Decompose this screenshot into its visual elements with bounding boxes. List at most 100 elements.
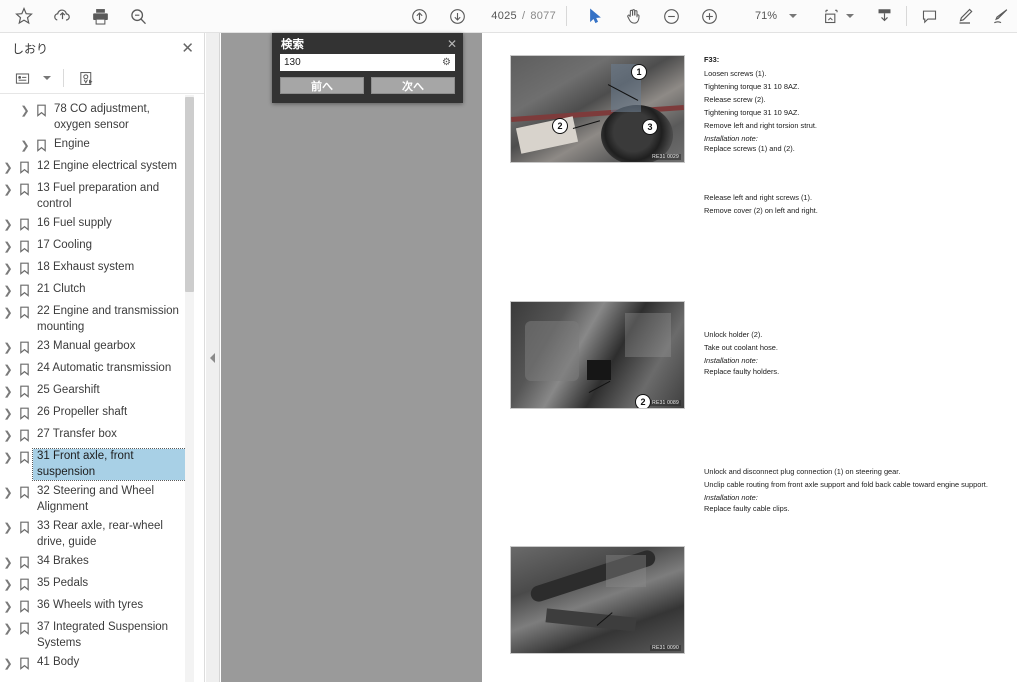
toolbar-right-group xyxy=(917,4,1017,28)
cursor-tool-icon[interactable] xyxy=(583,4,607,28)
installation-note-label: Installation note: xyxy=(704,492,758,502)
bookmark-icon xyxy=(16,576,33,591)
chevron-right-icon[interactable]: ❯ xyxy=(0,598,16,616)
text-line: Unlock holder (2). xyxy=(704,330,763,339)
chevron-right-icon[interactable]: ❯ xyxy=(0,282,16,300)
search-next-button[interactable]: 次へ xyxy=(371,77,455,94)
bookmark-item[interactable]: ❯ 18 Exhaust system xyxy=(0,258,190,280)
chevron-right-icon[interactable]: ❯ xyxy=(0,449,16,467)
bookmark-item[interactable]: ❯ 31 Front axle, front suspension xyxy=(0,447,190,482)
bookmark-label: 36 Wheels with tyres xyxy=(37,599,144,611)
bookmark-options-icon[interactable] xyxy=(12,68,32,88)
installation-note-label: Installation note: xyxy=(704,355,758,365)
chevron-right-icon[interactable]: ❯ xyxy=(0,620,16,638)
chevron-right-icon[interactable]: ❯ xyxy=(0,427,16,445)
search-input[interactable] xyxy=(284,55,443,70)
document-viewer[interactable]: 1 2 3 RE31 0029 F33: Loosen screws (1). … xyxy=(221,33,1017,682)
search-zoom-icon[interactable] xyxy=(126,4,150,28)
chevron-right-icon[interactable]: ❯ xyxy=(0,238,16,256)
zoom-level-value[interactable]: 71% xyxy=(743,10,777,22)
zoom-in-icon[interactable] xyxy=(697,4,721,28)
signature-icon[interactable] xyxy=(989,4,1013,28)
download-icon[interactable] xyxy=(872,4,896,28)
page-up-icon[interactable] xyxy=(407,4,431,28)
bookmark-item[interactable]: ❯ 36 Wheels with tyres xyxy=(0,596,190,618)
bookmark-icon xyxy=(33,102,50,117)
bookmark-item[interactable]: ❯ 24 Automatic transmission xyxy=(0,359,190,381)
search-previous-button[interactable]: 前へ xyxy=(280,77,364,94)
bookmark-star-icon[interactable] xyxy=(12,4,36,28)
sidebar-close-icon[interactable]: ✕ xyxy=(181,41,194,56)
bookmark-label: 34 Brakes xyxy=(37,555,89,567)
zoom-out-icon[interactable] xyxy=(659,4,683,28)
chevron-right-icon[interactable]: ❯ xyxy=(17,102,33,120)
bookmark-item[interactable]: ❯ 22 Engine and transmission mounting xyxy=(0,302,190,337)
bookmark-item[interactable]: ❯ 23 Manual gearbox xyxy=(0,337,190,359)
callout-3: 3 xyxy=(642,119,658,135)
fit-page-icon[interactable] xyxy=(819,4,843,28)
toolbar-divider-1 xyxy=(566,6,567,26)
text-line: Unlock and disconnect plug connection (1… xyxy=(704,467,901,476)
bookmark-item[interactable]: ❯ 17 Cooling xyxy=(0,236,190,258)
installation-note-line: Replace screws (1) and (2). xyxy=(704,144,795,154)
bookmark-item[interactable]: ❯ 16 Fuel supply xyxy=(0,214,190,236)
total-pages-value: 8077 xyxy=(530,10,556,22)
page-down-icon[interactable] xyxy=(445,4,469,28)
search-dialog-header: 検索 ✕ xyxy=(272,33,463,54)
sidebar-scrollbar[interactable]: ▲ xyxy=(185,95,194,682)
chevron-right-icon[interactable]: ❯ xyxy=(0,554,16,572)
search-dialog-close-icon[interactable]: ✕ xyxy=(447,38,457,50)
sidebar-collapse-handle[interactable] xyxy=(206,33,220,682)
bookmarks-sidebar: しおり ✕ ❯ 78 CO adjustment, oxygen sensor ❯ E… xyxy=(0,33,205,682)
chevron-right-icon[interactable]: ❯ xyxy=(0,304,16,322)
chevron-right-icon[interactable]: ❯ xyxy=(0,181,16,199)
bookmark-item[interactable]: ❯ 33 Rear axle, rear-wheel drive, guide xyxy=(0,517,190,552)
bookmark-item[interactable]: ❯ 41 Body xyxy=(0,653,190,675)
chevron-right-icon[interactable]: ❯ xyxy=(0,655,16,673)
bookmark-item[interactable]: ❯ 26 Propeller shaft xyxy=(0,403,190,425)
bookmark-item[interactable]: ❯ 37 Integrated Suspension Systems xyxy=(0,618,190,653)
chevron-right-icon[interactable]: ❯ xyxy=(0,383,16,401)
chevron-right-icon[interactable]: ❯ xyxy=(0,576,16,594)
bookmark-label: 24 Automatic transmission xyxy=(37,362,172,374)
chevron-right-icon[interactable]: ❯ xyxy=(0,159,16,177)
chevron-right-icon[interactable]: ❯ xyxy=(0,216,16,234)
bookmark-item[interactable]: ❯ 12 Engine electrical system xyxy=(0,157,190,179)
add-bookmark-icon[interactable] xyxy=(76,68,96,88)
zoom-dropdown-caret-icon[interactable] xyxy=(789,14,797,18)
sidebar-scroll-thumb[interactable] xyxy=(185,97,194,292)
bookmark-label: 35 Pedals xyxy=(37,577,89,589)
bookmark-tree[interactable]: ❯ 78 CO adjustment, oxygen sensor ❯ Engine ❯… xyxy=(0,95,190,682)
bookmark-item[interactable]: ❯ 21 Clutch xyxy=(0,280,190,302)
bookmark-item[interactable]: ❯ 35 Pedals xyxy=(0,574,190,596)
chevron-right-icon[interactable]: ❯ xyxy=(17,137,33,155)
figure-3-text: Unlock holder (2). Take out coolant hose… xyxy=(704,330,1004,378)
bookmark-label: 21 Clutch xyxy=(37,283,86,295)
cloud-upload-icon[interactable] xyxy=(50,4,74,28)
chevron-right-icon[interactable]: ❯ xyxy=(0,405,16,423)
bookmark-item[interactable]: ❯ 32 Steering and Wheel Alignment xyxy=(0,482,190,517)
current-page-value: 4025 xyxy=(491,10,517,22)
bookmark-item[interactable]: ❯ 25 Gearshift xyxy=(0,381,190,403)
bookmark-item[interactable]: ❯ 13 Fuel preparation and control xyxy=(0,179,190,214)
chevron-right-icon[interactable]: ❯ xyxy=(0,519,16,537)
bookmark-icon xyxy=(16,260,33,275)
bookmark-item[interactable]: ❯ 78 CO adjustment, oxygen sensor xyxy=(0,100,190,135)
chevron-right-icon[interactable]: ❯ xyxy=(0,260,16,278)
bookmark-item[interactable]: ❯ 34 Brakes xyxy=(0,552,190,574)
comment-icon[interactable] xyxy=(917,4,941,28)
bookmark-item[interactable]: ❯ 27 Transfer box xyxy=(0,425,190,447)
gear-icon[interactable]: ⚙ xyxy=(442,57,451,68)
chevron-right-icon[interactable]: ❯ xyxy=(0,339,16,357)
bookmark-icon xyxy=(16,554,33,569)
highlighter-icon[interactable] xyxy=(953,4,977,28)
chevron-right-icon[interactable]: ❯ xyxy=(0,361,16,379)
fit-dropdown-caret-icon[interactable] xyxy=(846,14,854,18)
bookmark-item[interactable]: ❯ Engine xyxy=(0,135,190,157)
chevron-right-icon[interactable]: ❯ xyxy=(0,484,16,502)
print-icon[interactable] xyxy=(88,4,112,28)
bookmark-icon xyxy=(16,519,33,534)
bookmark-options-caret-icon[interactable] xyxy=(43,76,51,80)
hand-tool-icon[interactable] xyxy=(621,4,645,28)
page-indicator[interactable]: 4025 / 8077 xyxy=(491,10,556,22)
